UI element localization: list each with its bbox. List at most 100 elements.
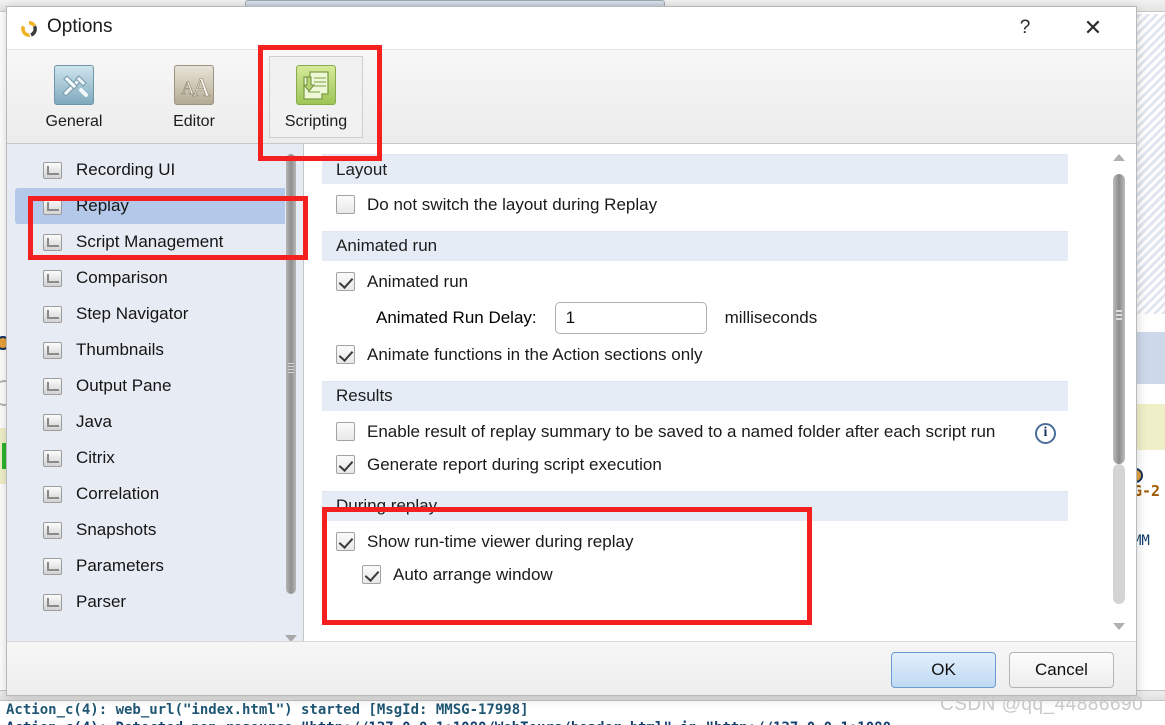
sidebar-item-replay[interactable]: Replay (15, 188, 295, 224)
sidebar-item-label: Parser (76, 592, 127, 611)
sidebar-item-label: Step Navigator (76, 304, 189, 323)
page-icon (43, 377, 62, 395)
page-icon (43, 557, 62, 575)
sidebar-item-step-navigator[interactable]: Step Navigator (15, 296, 295, 332)
tab-editor[interactable]: A A Editor (147, 56, 241, 138)
option-label: Do not switch the layout during Replay (367, 195, 658, 214)
sidebar-item-label: Comparison (76, 268, 168, 287)
script-icon (296, 65, 336, 105)
tab-scripting[interactable]: Scripting (269, 56, 363, 138)
sidebar-item-comparison[interactable]: Comparison (15, 260, 295, 296)
scroll-down-arrow-icon[interactable] (1113, 623, 1125, 630)
sidebar-item-label: Output Pane (76, 376, 172, 395)
group-header-during-replay: During replay (322, 490, 1068, 521)
option-auto-arrange-window[interactable]: Auto arrange window (322, 554, 1068, 587)
checkbox-animate-action-only[interactable] (336, 344, 355, 364)
tab-general-label: General (45, 113, 103, 130)
page-icon (43, 521, 62, 539)
sidebar-item-parser[interactable]: Parser (15, 584, 295, 620)
tab-editor-label: Editor (173, 113, 215, 130)
animated-run-delay-label: Animated Run Delay: (376, 307, 537, 327)
page-icon (43, 341, 62, 359)
dialog-title: Options (47, 16, 113, 37)
option-animate-action-only[interactable]: Animate functions in the Action sections… (322, 334, 1068, 367)
option-label: Show run-time viewer during replay (367, 531, 634, 551)
options-app-icon (21, 21, 37, 37)
page-icon (43, 305, 62, 323)
group-header-layout: Layout (322, 154, 1068, 184)
checkbox-enable-result-summary[interactable] (336, 421, 355, 441)
settings-category-list[interactable]: Recording UI Replay Script Management Co… (7, 144, 304, 641)
background-hatch-pattern (1134, 14, 1165, 314)
font-icon: A A (174, 65, 214, 105)
animated-run-delay-unit: milliseconds (724, 307, 818, 327)
option-animated-run[interactable]: Animated run (322, 261, 1068, 294)
sidebar-item-snapshots[interactable]: Snapshots (15, 512, 295, 548)
sidebar-item-label: Thumbnails (76, 340, 164, 359)
page-icon (43, 233, 62, 251)
close-icon[interactable]: ✕ (1070, 7, 1116, 49)
page-icon (43, 413, 62, 431)
page-icon (43, 161, 62, 179)
sidebar-item-correlation[interactable]: Correlation (15, 476, 295, 512)
cancel-button[interactable]: Cancel (1009, 652, 1114, 688)
sidebar-item-label: Script Management (76, 232, 224, 251)
tab-scripting-label: Scripting (284, 113, 348, 130)
option-generate-report[interactable]: Generate report during script execution (322, 444, 1068, 477)
settings-pane: Layout Do not switch the layout during R… (304, 144, 1136, 641)
sidebar-item-citrix[interactable]: Citrix (15, 440, 295, 476)
checkbox-auto-arrange-window[interactable] (362, 564, 381, 584)
option-label: Animated run (367, 271, 469, 291)
option-do-not-switch-layout[interactable]: Do not switch the layout during Replay (322, 184, 1068, 217)
help-button[interactable]: ? (1002, 7, 1048, 49)
dialog-body: Recording UI Replay Script Management Co… (7, 144, 1136, 641)
sidebar-item-label: Correlation (76, 484, 160, 503)
page-icon (43, 197, 62, 215)
page-icon (43, 449, 62, 467)
checkbox-do-not-switch-layout[interactable] (336, 195, 355, 214)
console-line: Action_c(4): web_url("index.html") start… (6, 702, 529, 718)
background-right-text-1: G-2 (1133, 482, 1161, 500)
group-header-results: Results (322, 380, 1068, 411)
svg-text:A: A (192, 73, 211, 102)
info-icon[interactable]: i (1035, 422, 1056, 444)
sidebar-item-label: Parameters (76, 556, 164, 575)
sidebar-item-thumbnails[interactable]: Thumbnails (15, 332, 295, 368)
scrollbar-grip (288, 363, 294, 373)
dialog-toolbar: General A A Editor Scripting (7, 50, 1136, 144)
ok-button[interactable]: OK (891, 652, 996, 688)
checkbox-generate-report[interactable] (336, 454, 355, 474)
group-header-animated-run: Animated run (322, 230, 1068, 261)
sidebar-item-parameters[interactable]: Parameters (15, 548, 295, 584)
sidebar-item-recording-ui[interactable]: Recording UI (15, 152, 295, 188)
console-line: Action_c(4): Detected non-resource "http… (6, 720, 891, 725)
checkbox-show-runtime-viewer[interactable] (336, 531, 355, 551)
watermark: CSDN @qq_44886690 (940, 694, 1144, 715)
page-icon (43, 485, 62, 503)
sidebar-item-output-pane[interactable]: Output Pane (15, 368, 295, 404)
option-label: Animate functions in the Action sections… (367, 344, 703, 364)
scrollbar-track-lower[interactable] (1113, 464, 1125, 604)
option-show-runtime-viewer[interactable]: Show run-time viewer during replay (322, 521, 1068, 554)
option-enable-result-summary[interactable]: Enable result of replay summary to be sa… (322, 411, 1068, 444)
option-label: Generate report during script execution (367, 454, 662, 474)
sidebar-item-java[interactable]: Java (15, 404, 295, 440)
sidebar-scrollbar[interactable] (285, 148, 297, 641)
sidebar-item-label: Citrix (76, 448, 115, 467)
scrollbar-grip (1116, 310, 1122, 322)
scrollbar-thumb[interactable] (286, 154, 296, 594)
animated-run-delay-input[interactable] (554, 301, 707, 334)
sidebar-item-label: Java (76, 412, 112, 431)
sidebar-item-label: Replay (76, 196, 129, 215)
dialog-title-bar: Options ? ✕ (7, 7, 1136, 50)
animated-run-delay-row: Animated Run Delay: milliseconds (322, 294, 1068, 334)
sidebar-item-script-management[interactable]: Script Management (15, 224, 295, 260)
pane-scrollbar[interactable] (1112, 150, 1126, 632)
checkbox-animated-run[interactable] (336, 271, 355, 291)
tab-general[interactable]: General (27, 56, 121, 138)
scroll-up-arrow-icon[interactable] (1113, 154, 1125, 161)
dialog-footer: OK Cancel (7, 641, 1136, 695)
tools-icon (54, 65, 94, 105)
option-label: Enable result of replay summary to be sa… (367, 421, 996, 441)
page-icon (43, 269, 62, 287)
